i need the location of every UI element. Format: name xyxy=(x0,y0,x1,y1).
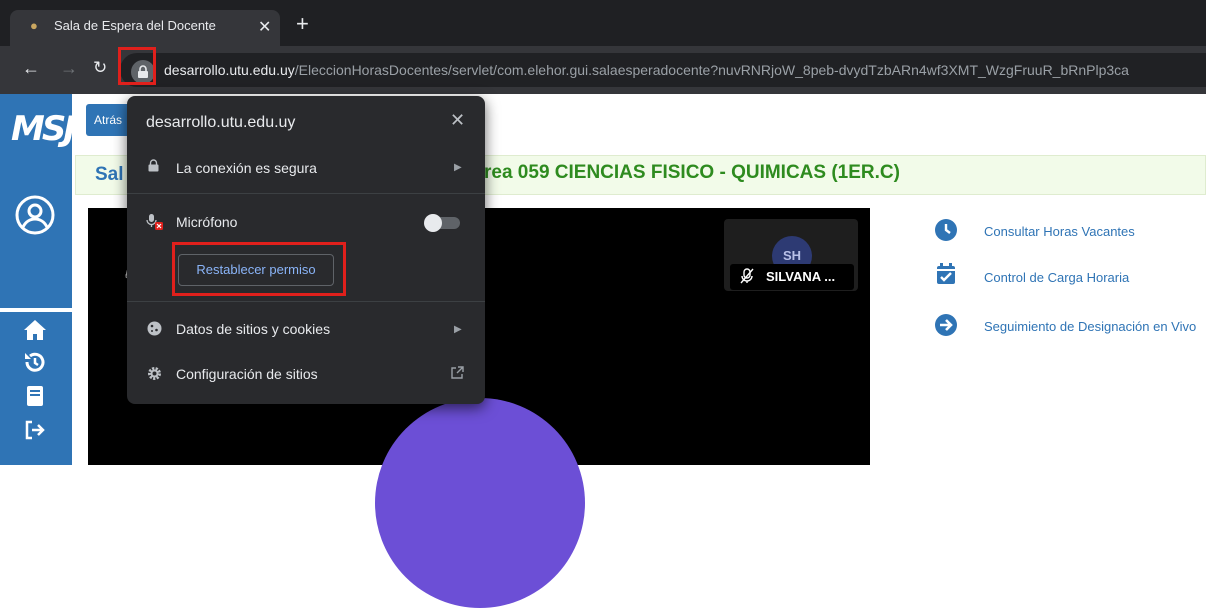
connection-secure-row[interactable]: La conexión es segura xyxy=(176,160,317,176)
url-path: /EleccionHorasDocentes/servlet/com.eleho… xyxy=(294,62,1129,78)
microphone-label: Micrófono xyxy=(176,214,238,230)
history-icon[interactable] xyxy=(22,350,48,374)
gear-icon xyxy=(148,367,161,380)
highlight-box xyxy=(118,47,156,85)
link-consultar-horas[interactable]: Consultar Horas Vacantes xyxy=(984,224,1135,239)
open-external-icon xyxy=(451,366,464,379)
back-button[interactable]: Atrás xyxy=(86,104,132,136)
clock-icon xyxy=(935,219,957,241)
arrow-circle-right-icon xyxy=(935,314,957,336)
tab-title: Sala de Espera del Docente xyxy=(54,18,216,33)
user-icon[interactable] xyxy=(14,194,56,236)
site-settings-row[interactable]: Configuración de sitios xyxy=(176,366,318,382)
link-seguimiento[interactable]: Seguimiento de Designación en Vivo xyxy=(984,319,1196,334)
app-logo: MSJ xyxy=(11,109,76,149)
link-control-carga[interactable]: Control de Carga Horaria xyxy=(984,270,1129,285)
browser-tab[interactable]: ● Sala de Espera del Docente ✕ xyxy=(10,10,280,46)
home-icon[interactable] xyxy=(22,318,48,342)
book-icon[interactable] xyxy=(22,384,48,408)
toggle-knob xyxy=(424,214,442,232)
new-tab-button[interactable]: + xyxy=(296,13,309,35)
lock-icon xyxy=(148,159,159,172)
chevron-right-icon: ▶ xyxy=(454,162,462,173)
popup-site-title: desarrollo.utu.edu.uy xyxy=(146,114,296,131)
page-title: rea 059 CIENCIAS FISICO - QUIMICAS (1ER.… xyxy=(484,162,900,183)
cookie-icon xyxy=(147,321,162,336)
highlight-box xyxy=(172,242,346,296)
site-data-cookies-row[interactable]: Datos de sitios y cookies xyxy=(176,321,330,337)
mic-off-icon xyxy=(740,268,754,284)
back-arrow-icon[interactable]: ← xyxy=(22,58,40,79)
popup-close-icon[interactable]: ✕ xyxy=(450,110,465,131)
divider xyxy=(127,193,485,194)
mic-blocked-icon xyxy=(146,214,163,230)
forward-arrow-icon[interactable]: → xyxy=(60,58,78,79)
url-host: desarrollo.utu.edu.uy xyxy=(164,62,295,78)
reload-icon[interactable]: ↻ xyxy=(93,58,107,78)
calendar-check-icon xyxy=(937,263,955,284)
logout-icon[interactable] xyxy=(22,418,48,442)
tab-close-icon[interactable]: ✕ xyxy=(258,17,271,37)
favicon-icon: ● xyxy=(30,18,38,33)
divider xyxy=(127,301,485,302)
participant-name: SILVANA ... xyxy=(766,269,836,284)
chevron-right-icon: ▶ xyxy=(454,324,462,335)
page-title-start: Sal xyxy=(95,164,124,185)
url-text[interactable]: desarrollo.utu.edu.uy/EleccionHorasDocen… xyxy=(164,62,1129,78)
participant-avatar-large xyxy=(375,398,585,608)
